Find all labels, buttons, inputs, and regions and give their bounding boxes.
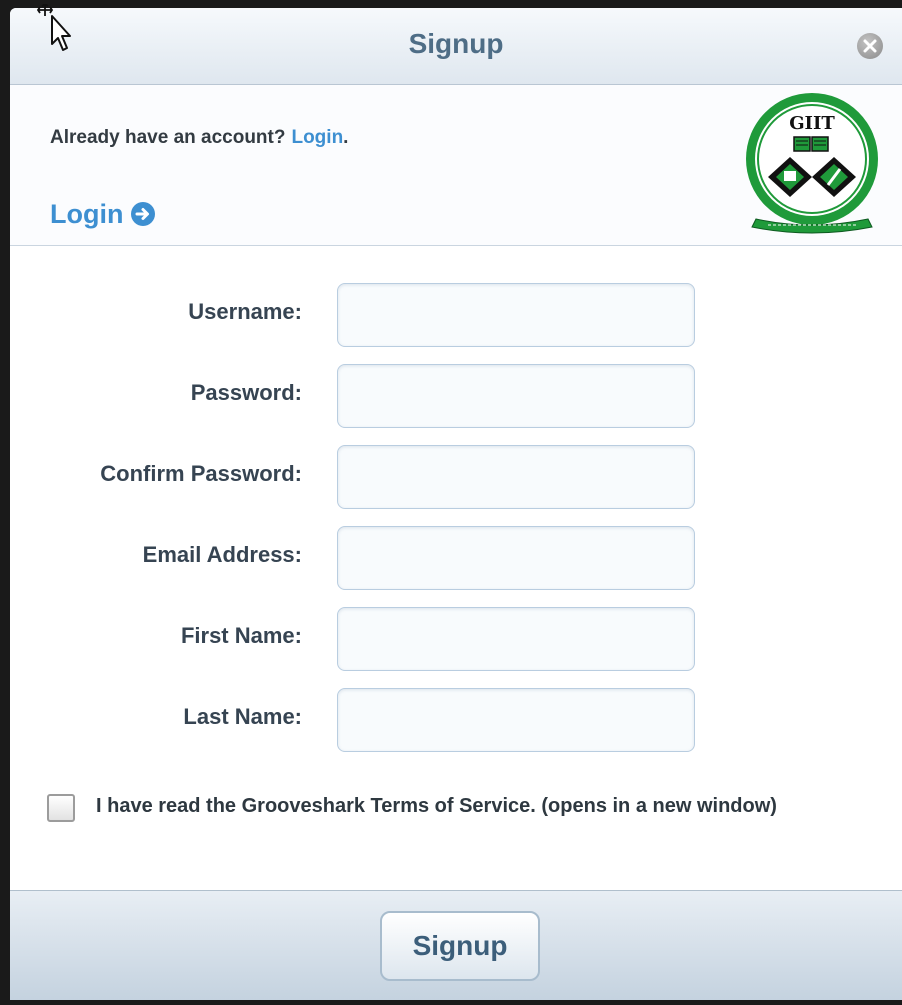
username-label: Username: xyxy=(188,299,302,324)
tos-label[interactable]: I have read the Grooveshark Terms of Ser… xyxy=(96,792,796,821)
mouse-cursor-icon xyxy=(36,4,71,51)
period: . xyxy=(343,127,349,148)
login-section: Already have an account? Login. Login GII… xyxy=(10,85,902,246)
giit-logo: GIIT xyxy=(746,93,878,234)
tos-checkbox[interactable] xyxy=(47,794,75,822)
signup-dialog: Signup Already have an account? Login. Lo… xyxy=(10,8,902,1000)
signup-button[interactable]: Signup xyxy=(380,911,540,981)
logo-text: GIIT xyxy=(789,113,835,134)
login-arrow-link[interactable]: Login xyxy=(50,199,156,230)
first-name-input[interactable] xyxy=(337,607,695,671)
last-name-label: Last Name: xyxy=(183,704,302,729)
confirm-password-label: Confirm Password: xyxy=(100,461,302,486)
password-label: Password: xyxy=(190,380,302,405)
email-address-label: Email Address: xyxy=(142,542,302,567)
dialog-titlebar: Signup xyxy=(10,8,902,85)
close-icon xyxy=(863,39,877,53)
first-name-label: First Name: xyxy=(180,623,302,648)
password-input[interactable] xyxy=(337,364,695,428)
confirm-password-input[interactable] xyxy=(337,445,695,509)
dialog-footer: Signup xyxy=(10,890,902,1000)
dialog-title: Signup xyxy=(408,28,504,59)
last-name-input[interactable] xyxy=(337,688,695,752)
already-have-account-text: Already have an account? Login. xyxy=(50,127,348,149)
arrow-right-circle-icon xyxy=(131,201,156,226)
already-have-account-label: Already have an account? xyxy=(50,127,286,148)
close-button[interactable] xyxy=(857,33,883,59)
username-input[interactable] xyxy=(337,283,695,347)
login-arrow-label: Login xyxy=(50,199,124,229)
login-link[interactable]: Login xyxy=(291,127,343,148)
email-address-input[interactable] xyxy=(337,526,695,590)
